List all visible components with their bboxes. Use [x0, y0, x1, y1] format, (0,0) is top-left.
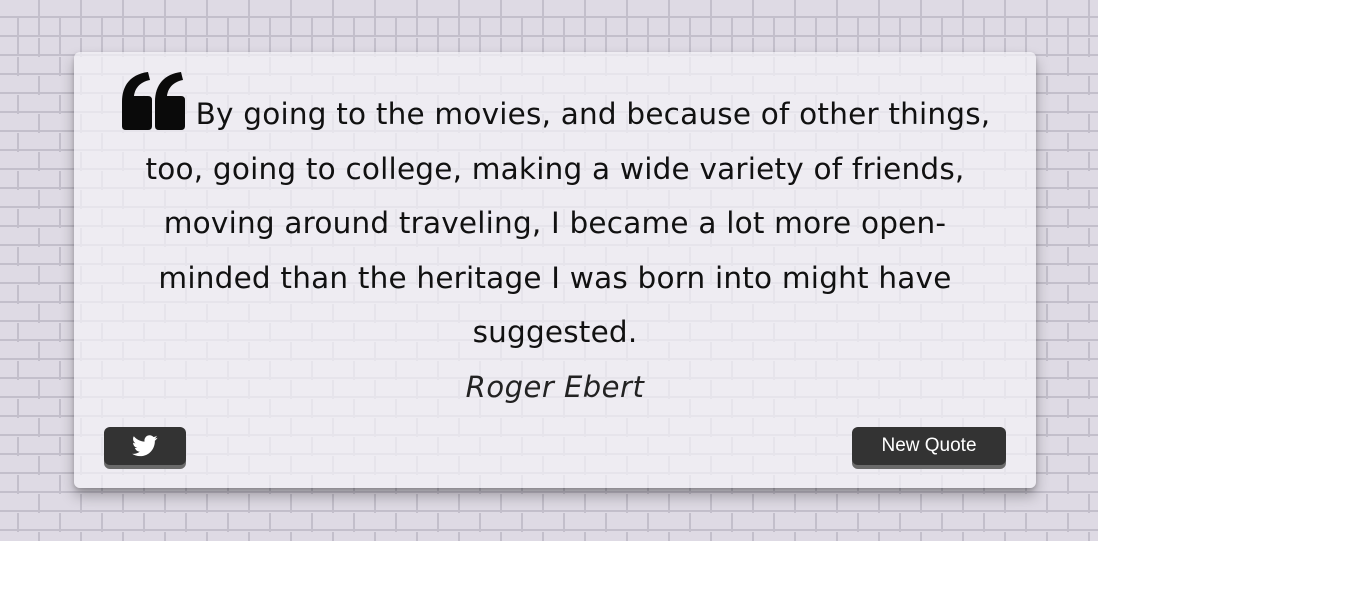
quote-left-icon [121, 72, 185, 130]
new-quote-button[interactable]: New Quote [852, 427, 1006, 465]
quote-text: By going to the movies, and because of o… [145, 97, 991, 349]
quote-text-block: By going to the movies, and because of o… [114, 72, 996, 360]
quote-author: Roger Ebert [465, 370, 645, 404]
twitter-icon [132, 435, 158, 457]
quote-box: By going to the movies, and because of o… [74, 52, 1036, 488]
tweet-quote-button[interactable] [104, 427, 186, 465]
